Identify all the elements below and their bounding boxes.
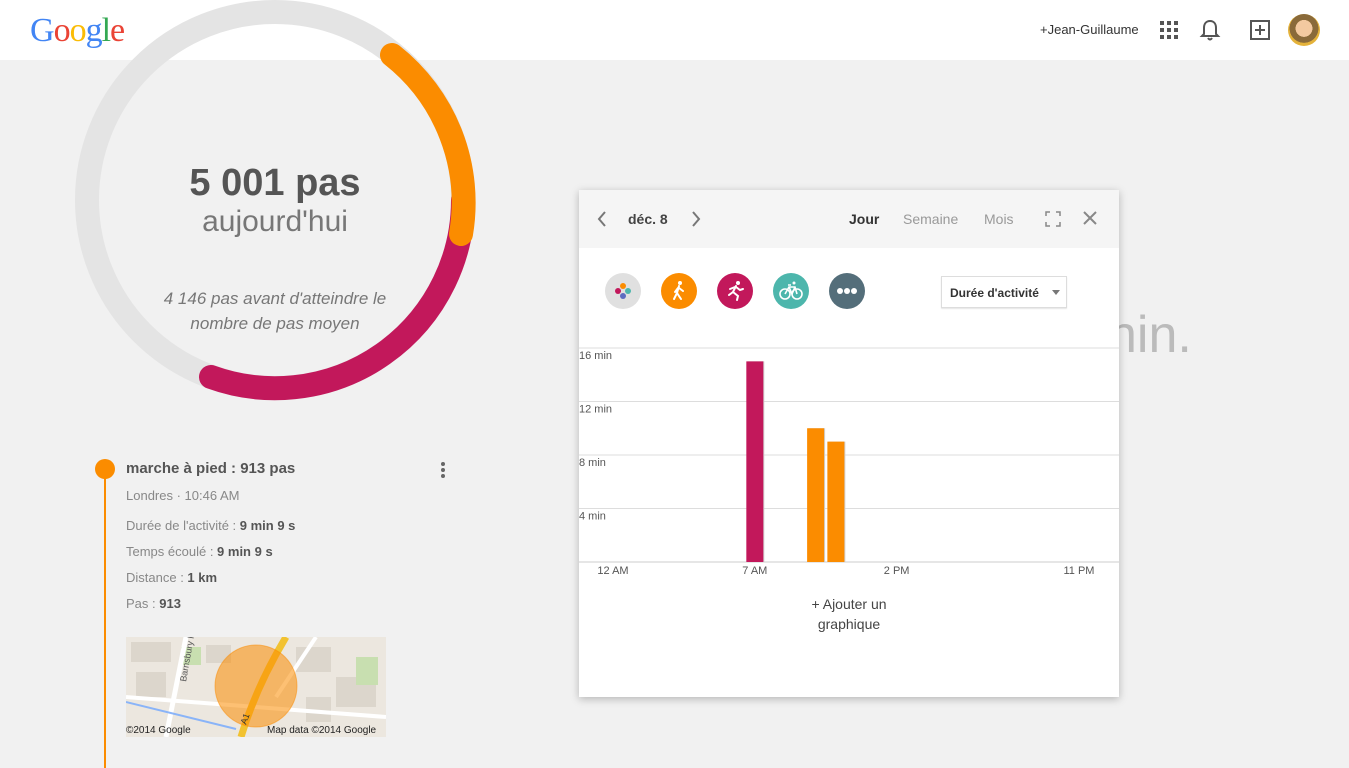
avatar[interactable] (1288, 14, 1320, 46)
more-horizontal-icon (837, 288, 857, 294)
activity-map[interactable]: Barnsbury Rd A1 (126, 637, 386, 737)
activity-elapsed-time: Temps écoulé : 9 min 9 s (126, 544, 273, 559)
activity-duration: Durée de l'activité : 9 min 9 s (126, 518, 296, 533)
share-icon[interactable] (1248, 18, 1272, 42)
add-chart-label-line1: + Ajouter un (811, 596, 887, 612)
tab-week[interactable]: Semaine (903, 211, 958, 227)
fullscreen-icon[interactable] (1045, 211, 1061, 227)
activity-distance: Distance : 1 km (126, 570, 218, 585)
chart-bar (807, 428, 825, 562)
steps-note: 4 146 pas avant d'atteindre le nombre de… (140, 286, 410, 336)
chart-y-tick-label: 16 min (579, 350, 612, 362)
bicycle-icon (779, 281, 803, 300)
filter-all-activities[interactable] (605, 273, 641, 309)
tab-day[interactable]: Jour (849, 211, 879, 227)
chevron-left-icon[interactable] (595, 209, 609, 229)
metric-select[interactable]: Durée d'activité (941, 276, 1067, 308)
caret-down-icon (1052, 290, 1060, 295)
card-header: déc. 8 Jour Semaine Mois (579, 190, 1119, 248)
bell-icon[interactable] (1198, 18, 1222, 42)
chart-y-tick-label: 8 min (579, 457, 606, 469)
steps-note-line1: 4 146 pas avant d'atteindre le (163, 289, 387, 308)
chart-x-tick-label: 7 AM (742, 565, 767, 577)
chart-x-tick-label: 2 PM (884, 565, 910, 577)
multicolor-dots-icon (615, 283, 631, 299)
steps-subtitle: aujourd'hui (202, 205, 348, 238)
map-credit-right[interactable]: Map data ©2014 Google (267, 725, 376, 736)
activity-location-time: Londres · 10:46 AM (126, 488, 240, 503)
timeline-line (104, 470, 106, 768)
activity-duration-chart: 4 min 8 min 12 min 16 min 12 AM 7 AM 2 PM 11 PM (579, 347, 1119, 577)
tab-month[interactable]: Mois (984, 211, 1014, 227)
filter-more[interactable] (829, 273, 865, 309)
more-options-icon[interactable] (438, 460, 448, 480)
filter-cycling[interactable] (773, 273, 809, 309)
activity-title[interactable]: marche à pied : 913 pas (126, 460, 295, 477)
chart-y-tick-label: 4 min (579, 511, 606, 523)
user-profile-link[interactable]: +Jean-Guillaume (1040, 22, 1139, 37)
metric-select-value: Durée d'activité (950, 286, 1039, 300)
walking-icon (673, 281, 684, 300)
steps-count: 5 001 pas (189, 162, 361, 204)
chart-bar (827, 441, 845, 562)
chart-y-tick-label: 12 min (579, 404, 612, 416)
chevron-right-icon[interactable] (689, 209, 703, 229)
steps-note-line2: nombre de pas moyen (190, 314, 360, 333)
filter-running[interactable] (717, 273, 753, 309)
chart-x-tick-label: 11 PM (1064, 565, 1095, 577)
chart-x-tick-label: 12 AM (597, 565, 628, 577)
date-label: déc. 8 (628, 211, 668, 227)
map-credit-left: ©2014 Google (126, 725, 191, 736)
add-chart-label-line2: graphique (817, 616, 881, 632)
activity-chart-card: déc. 8 Jour Semaine Mois Durée d'activit… (579, 190, 1119, 697)
close-icon[interactable] (1082, 210, 1098, 226)
background-partial-text: nin. (1108, 306, 1192, 364)
running-icon (728, 281, 744, 301)
timeline-dot (95, 459, 115, 479)
activity-steps: Pas : 913 (126, 596, 181, 611)
apps-icon[interactable] (1157, 18, 1181, 42)
add-chart-button[interactable]: + Ajouter un graphique (779, 594, 919, 634)
filter-walking[interactable] (661, 273, 697, 309)
chart-bar (746, 361, 764, 562)
